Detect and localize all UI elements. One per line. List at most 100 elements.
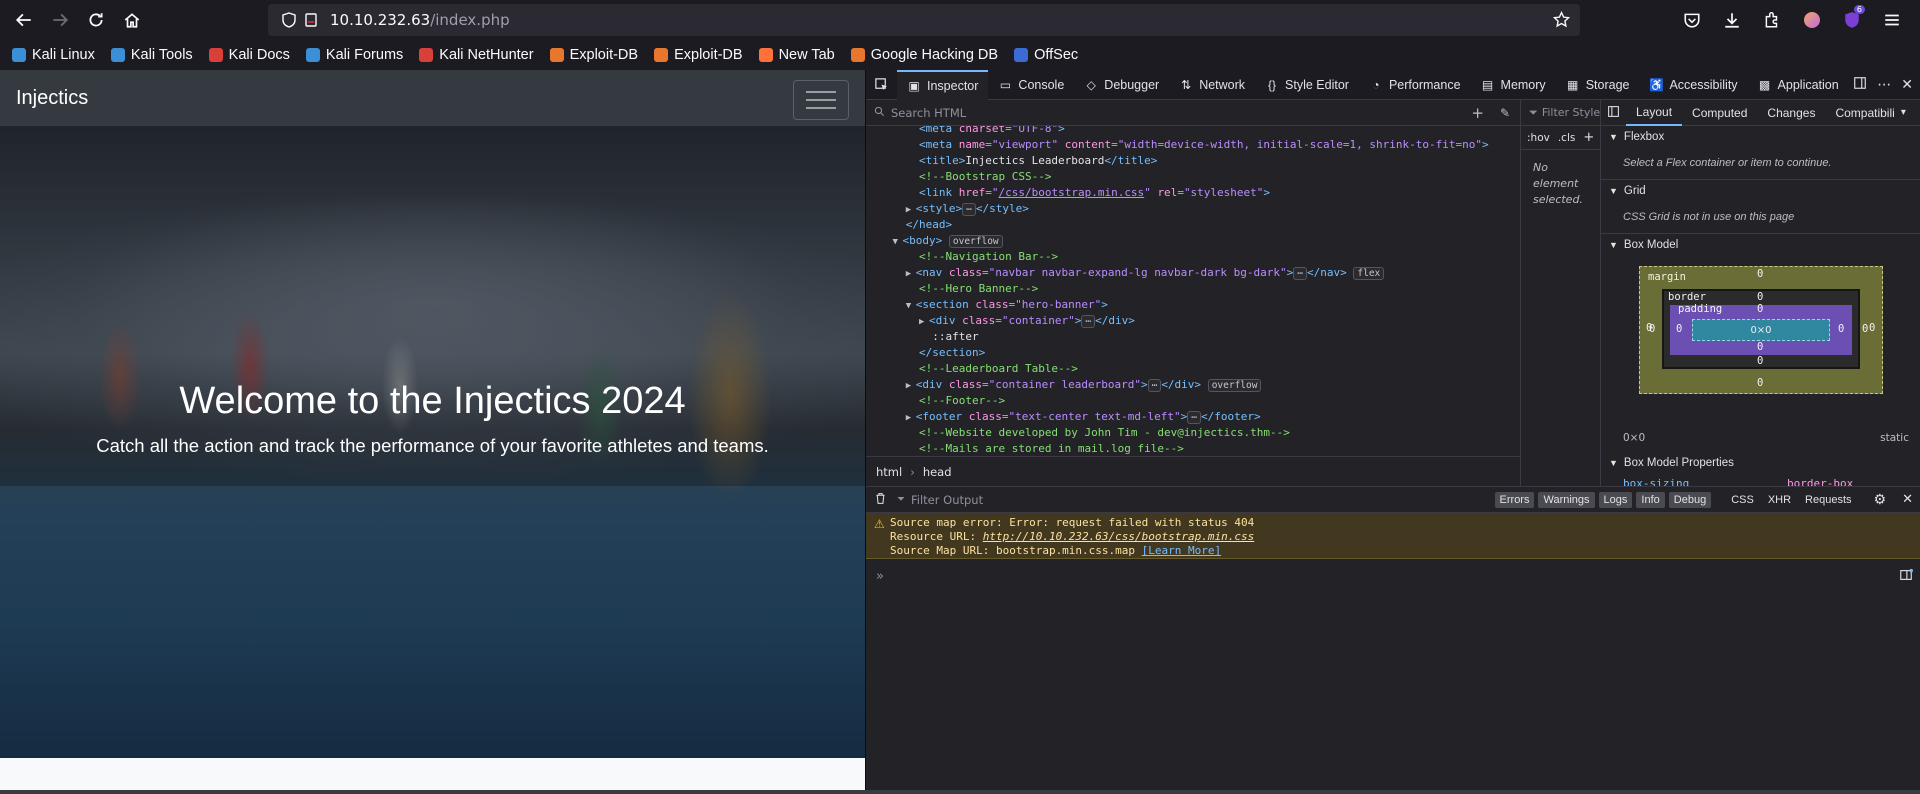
bookmark-item[interactable]: Kali Docs [208,47,290,63]
tab-memory[interactable]: ▤ Memory [1471,70,1556,100]
tab-layout[interactable]: Layout [1626,100,1683,126]
filter-requests-button[interactable]: Requests [1805,494,1851,506]
editor-mode-icon[interactable] [1899,567,1913,586]
markup-line[interactable]: ▶ <nav class="navbar navbar-expand-lg nav… [866,265,1521,281]
pocket-button[interactable] [1674,4,1710,36]
props-section-header[interactable]: ▼ Box Model Properties [1601,452,1920,474]
url-text[interactable]: 10.10.232.63/index.php [330,11,510,29]
console-warning-message[interactable]: ⚠ Source map error: Error: request faile… [866,513,1920,559]
bookmark-star-icon[interactable] [1552,10,1571,32]
bookmark-item[interactable]: Kali Forums [305,47,403,63]
tab-storage[interactable]: ▦ Storage [1556,70,1640,100]
padding-top-value[interactable]: 0 [1757,303,1763,315]
filter-logs-button[interactable]: Logs [1598,491,1633,508]
markup-line[interactable]: ▼ <body> overflow [866,233,1521,249]
bookmark-item[interactable]: Kali Tools [110,47,193,63]
element-picker-button[interactable] [866,70,897,100]
flexbox-section-header[interactable]: ▼ Flexbox [1601,126,1920,148]
margin-top-value[interactable]: 0 [1757,268,1763,280]
markup-line[interactable]: <meta name="viewport" content="width=dev… [866,137,1521,153]
eyedropper-icon[interactable]: ✎ [1500,106,1510,120]
filter-info-button[interactable]: Info [1636,491,1665,508]
filter-css-button[interactable]: CSS [1731,494,1754,506]
padding-left-value[interactable]: 0 [1676,323,1682,335]
markup-line[interactable]: <!--Hero Banner--> [866,281,1521,297]
margin-bottom-value[interactable]: 0 [1757,377,1763,389]
resource-url-link[interactable]: http://10.10.232.63/css/bootstrap.min.cs… [983,530,1255,543]
tab-debugger[interactable]: ◇ Debugger [1074,70,1169,100]
cls-toggle[interactable]: .cls [1558,132,1576,144]
border-bottom-value[interactable]: 0 [1757,355,1763,367]
site-brand[interactable]: Injectics [16,87,88,110]
markup-line[interactable]: ▶ <div class="container leaderboard"> ⋯ </d… [866,377,1521,393]
notifications-button[interactable]: 6 [1834,4,1870,36]
markup-line[interactable]: <!--Mails are stored in mail.log file--> [866,441,1521,456]
tab-computed[interactable]: Computed [1682,100,1757,126]
forward-button[interactable] [42,4,78,36]
markup-line[interactable]: <meta charset="UTF-8"> [866,126,1521,137]
filter-debug-button[interactable]: Debug [1668,491,1712,508]
downloads-button[interactable] [1714,4,1750,36]
tab-performance[interactable]: ◔ Performance [1359,70,1471,100]
filter-styles-input[interactable]: ⏷ Filter Styles [1521,100,1600,126]
search-html-input[interactable]: Search HTML [891,106,966,120]
markup-line[interactable]: </head> [866,217,1521,233]
markup-line[interactable]: ▼ <section class="hero-banner"> [866,297,1521,313]
breadcrumb-item[interactable]: html [876,465,902,479]
add-rule-icon[interactable]: + [1583,130,1594,145]
markup-line[interactable]: <!--Leaderboard Table--> [866,361,1521,377]
more-options-icon[interactable]: ⋯ [1877,77,1891,93]
boxmodel-section-header[interactable]: ▼ Box Model [1601,234,1920,256]
tab-console[interactable]: ▭ Console [988,70,1074,100]
bookmark-item[interactable]: Kali NetHunter [419,47,534,63]
shield-icon[interactable] [278,12,300,28]
tab-application[interactable]: ▩ Application [1748,70,1849,100]
markup-line[interactable]: ▶ <style> ⋯ </style> [866,201,1521,217]
tab-style-editor[interactable]: {} Style Editor [1255,70,1359,100]
margin-right-value[interactable]: 0 [1869,322,1875,334]
tab-inspector[interactable]: ▣ Inspector [897,69,989,100]
border-top-value[interactable]: 0 [1757,291,1763,303]
padding-right-value[interactable]: 0 [1838,323,1844,335]
filter-errors-button[interactable]: Errors [1494,491,1535,508]
tab-network[interactable]: ⇅ Network [1169,70,1255,100]
hov-toggle[interactable]: :hov [1527,132,1550,144]
filter-output-input[interactable]: ⏷ Filter Output [897,493,1457,507]
chevron-down-icon[interactable]: ▾ [1901,107,1906,118]
learn-more-link[interactable]: [Learn More] [1142,544,1221,557]
bookmark-item[interactable]: Google Hacking DB [850,47,998,63]
menu-button[interactable] [1874,4,1910,36]
bookmark-item[interactable]: OffSec [1014,47,1078,63]
reload-button[interactable] [78,4,114,36]
filter-xhr-button[interactable]: XHR [1768,494,1791,506]
extensions-button[interactable] [1754,4,1790,36]
home-button[interactable] [114,4,150,36]
console-input-prompt[interactable]: » [876,569,884,584]
add-node-icon[interactable]: + [1471,104,1484,122]
grid-section-header[interactable]: ▼ Grid [1601,180,1920,202]
close-icon[interactable]: ✕ [1901,77,1913,93]
markup-line[interactable]: ▶ <footer class="text-center text-md-left… [866,409,1521,425]
filter-warnings-button[interactable]: Warnings [1538,491,1595,508]
border-left-value[interactable]: 0 [1649,323,1655,335]
markup-line[interactable]: ▶ <div class="container"> ⋯ </div> [866,313,1521,329]
navbar-toggle-button[interactable] [793,80,849,120]
tab-accessibility[interactable]: ♿ Accessibility [1639,70,1747,100]
tab-compatibility[interactable]: Compatibili [1825,100,1904,126]
bookmark-item[interactable]: New Tab [758,47,835,63]
breadcrumb-item[interactable]: head [923,465,952,479]
bookmark-item[interactable]: Exploit-DB [654,47,743,63]
box-model-content[interactable]: 0×0 [1692,319,1830,341]
markup-line[interactable]: <!--Website developed by John Tim - dev@… [866,425,1521,441]
search-html-bar[interactable]: Search HTML + ✎ [866,100,1520,126]
dock-side-icon[interactable] [1853,75,1867,94]
tab-changes[interactable]: Changes [1757,100,1825,126]
sidebar-toggle-icon[interactable] [1601,103,1626,122]
markup-line[interactable]: </section> [866,345,1521,361]
close-console-icon[interactable]: ✕ [1902,492,1913,507]
markup-line[interactable]: <title>Injectics Leaderboard</title> [866,153,1521,169]
trash-icon[interactable] [874,490,887,509]
padding-bottom-value[interactable]: 0 [1757,341,1763,353]
bookmark-item[interactable]: Exploit-DB [549,47,638,63]
settings-gear-icon[interactable]: ⚙ [1874,492,1887,508]
